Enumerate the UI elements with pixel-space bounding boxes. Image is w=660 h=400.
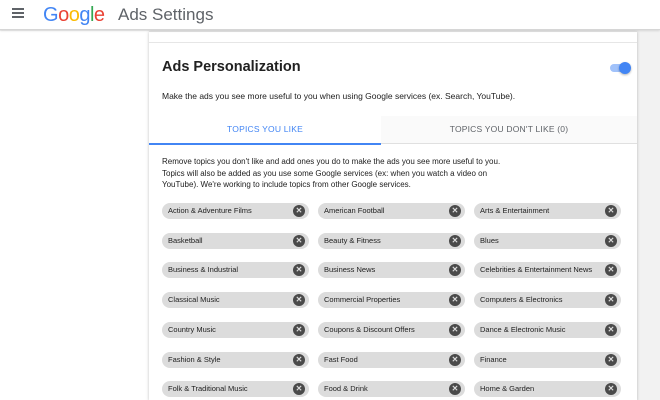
topic-chip-label: Fashion & Style [168, 354, 221, 364]
topic-chip-label: Food & Drink [324, 384, 368, 394]
topic-chip[interactable]: Fast Food ✕ [318, 351, 465, 368]
close-circle-icon[interactable]: ✕ [293, 294, 305, 307]
close-circle-icon[interactable]: ✕ [605, 264, 617, 277]
close-circle-icon[interactable]: ✕ [293, 264, 305, 277]
tab-topics-you-like[interactable]: TOPICS YOU LIKE [149, 116, 381, 145]
topic-chip[interactable]: Coupons & Discount Offers ✕ [318, 321, 465, 338]
topic-chip[interactable]: Beauty & Fitness ✕ [318, 232, 465, 249]
card-description: Make the ads you see more useful to you … [162, 91, 516, 101]
topic-chip[interactable]: Home & Garden ✕ [474, 381, 621, 398]
topic-chip-label: Home & Garden [480, 384, 535, 394]
close-circle-icon[interactable]: ✕ [449, 205, 461, 217]
topic-chip[interactable]: American Football ✕ [318, 203, 465, 219]
topic-chip-label: Beauty & Fitness [324, 235, 381, 245]
close-circle-icon[interactable]: ✕ [293, 383, 305, 396]
topic-chip-label: American Football [324, 206, 385, 215]
close-circle-icon[interactable]: ✕ [605, 353, 617, 366]
topic-chip[interactable]: Folk & Traditional Music ✕ [162, 381, 309, 398]
topic-chip-label: Fast Food [324, 354, 358, 364]
close-circle-icon[interactable]: ✕ [293, 205, 305, 217]
topic-chip-label: Dance & Electronic Music [480, 324, 566, 334]
topic-chip[interactable]: Commercial Properties ✕ [318, 292, 465, 309]
topic-chip-label: Finance [480, 354, 507, 364]
topics-intro-text: Remove topics you don't like and add one… [162, 157, 501, 189]
topic-chip[interactable]: Computers & Electronics ✕ [474, 292, 621, 309]
topic-chip[interactable]: Action & Adventure Films ✕ [162, 203, 309, 219]
top-app-bar: Google Ads Settings [0, 0, 660, 30]
topic-chip[interactable]: Business & Industrial ✕ [162, 262, 309, 279]
close-circle-icon[interactable]: ✕ [449, 383, 461, 396]
close-circle-icon[interactable]: ✕ [605, 294, 617, 307]
topic-chip[interactable]: Fashion & Style ✕ [162, 351, 309, 368]
topic-chip-label: Commercial Properties [324, 295, 401, 305]
topic-chip[interactable]: Food & Drink ✕ [318, 381, 465, 398]
close-circle-icon[interactable]: ✕ [293, 323, 305, 336]
topic-chip[interactable]: Blues ✕ [474, 232, 621, 249]
close-circle-icon[interactable]: ✕ [605, 205, 617, 217]
menu-icon[interactable] [12, 8, 24, 18]
topic-chip[interactable]: Business News ✕ [318, 262, 465, 279]
topic-chip-label: Basketball [168, 235, 203, 245]
close-circle-icon[interactable]: ✕ [605, 323, 617, 336]
close-circle-icon[interactable]: ✕ [605, 234, 617, 247]
divider [149, 42, 637, 43]
close-circle-icon[interactable]: ✕ [449, 264, 461, 277]
close-circle-icon[interactable]: ✕ [449, 323, 461, 336]
close-circle-icon[interactable]: ✕ [449, 294, 461, 307]
topic-chip-label: Arts & Entertainment [480, 206, 550, 215]
topic-chip-label: Business News [324, 265, 376, 275]
topic-chip-label: Classical Music [168, 295, 220, 305]
topic-chip-label: Blues [480, 235, 499, 245]
topic-chip-label: Folk & Traditional Music [168, 384, 248, 394]
close-circle-icon[interactable]: ✕ [449, 234, 461, 247]
ads-personalization-toggle[interactable] [609, 61, 631, 75]
topic-chip[interactable]: Classical Music ✕ [162, 292, 309, 309]
topic-chip-label: Coupons & Discount Offers [324, 324, 415, 334]
topic-chip[interactable]: Dance & Electronic Music ✕ [474, 321, 621, 338]
left-pane [0, 31, 149, 400]
topic-chip[interactable]: Country Music ✕ [162, 321, 309, 338]
app-title: Ads Settings [118, 5, 214, 24]
ads-personalization-card: Ads Personalization Make the ads you see… [149, 31, 637, 400]
topic-chip[interactable]: Celebrities & Entertainment News ✕ [474, 262, 621, 279]
topic-chip[interactable]: Finance ✕ [474, 351, 621, 368]
close-circle-icon[interactable]: ✕ [449, 353, 461, 366]
toggle-thumb [619, 62, 631, 74]
topics-tabs: TOPICS YOU LIKE TOPICS YOU DON'T LIKE (0… [149, 116, 637, 145]
tab-topics-you-dont-like[interactable]: TOPICS YOU DON'T LIKE (0) [381, 116, 637, 144]
topic-chip[interactable]: Arts & Entertainment ✕ [474, 203, 621, 219]
topic-chip-label: Country Music [168, 324, 216, 334]
close-circle-icon[interactable]: ✕ [293, 234, 305, 247]
topic-chip-label: Celebrities & Entertainment News [480, 265, 593, 275]
close-circle-icon[interactable]: ✕ [293, 353, 305, 366]
topic-chip-label: Business & Industrial [168, 265, 239, 275]
topic-chip-label: Action & Adventure Films [168, 206, 252, 215]
google-logo[interactable]: Google [43, 4, 105, 27]
card-title: Ads Personalization [162, 59, 301, 75]
topic-chip[interactable]: Basketball ✕ [162, 232, 309, 249]
close-circle-icon[interactable]: ✕ [605, 383, 617, 396]
topic-chip-label: Computers & Electronics [480, 295, 563, 305]
